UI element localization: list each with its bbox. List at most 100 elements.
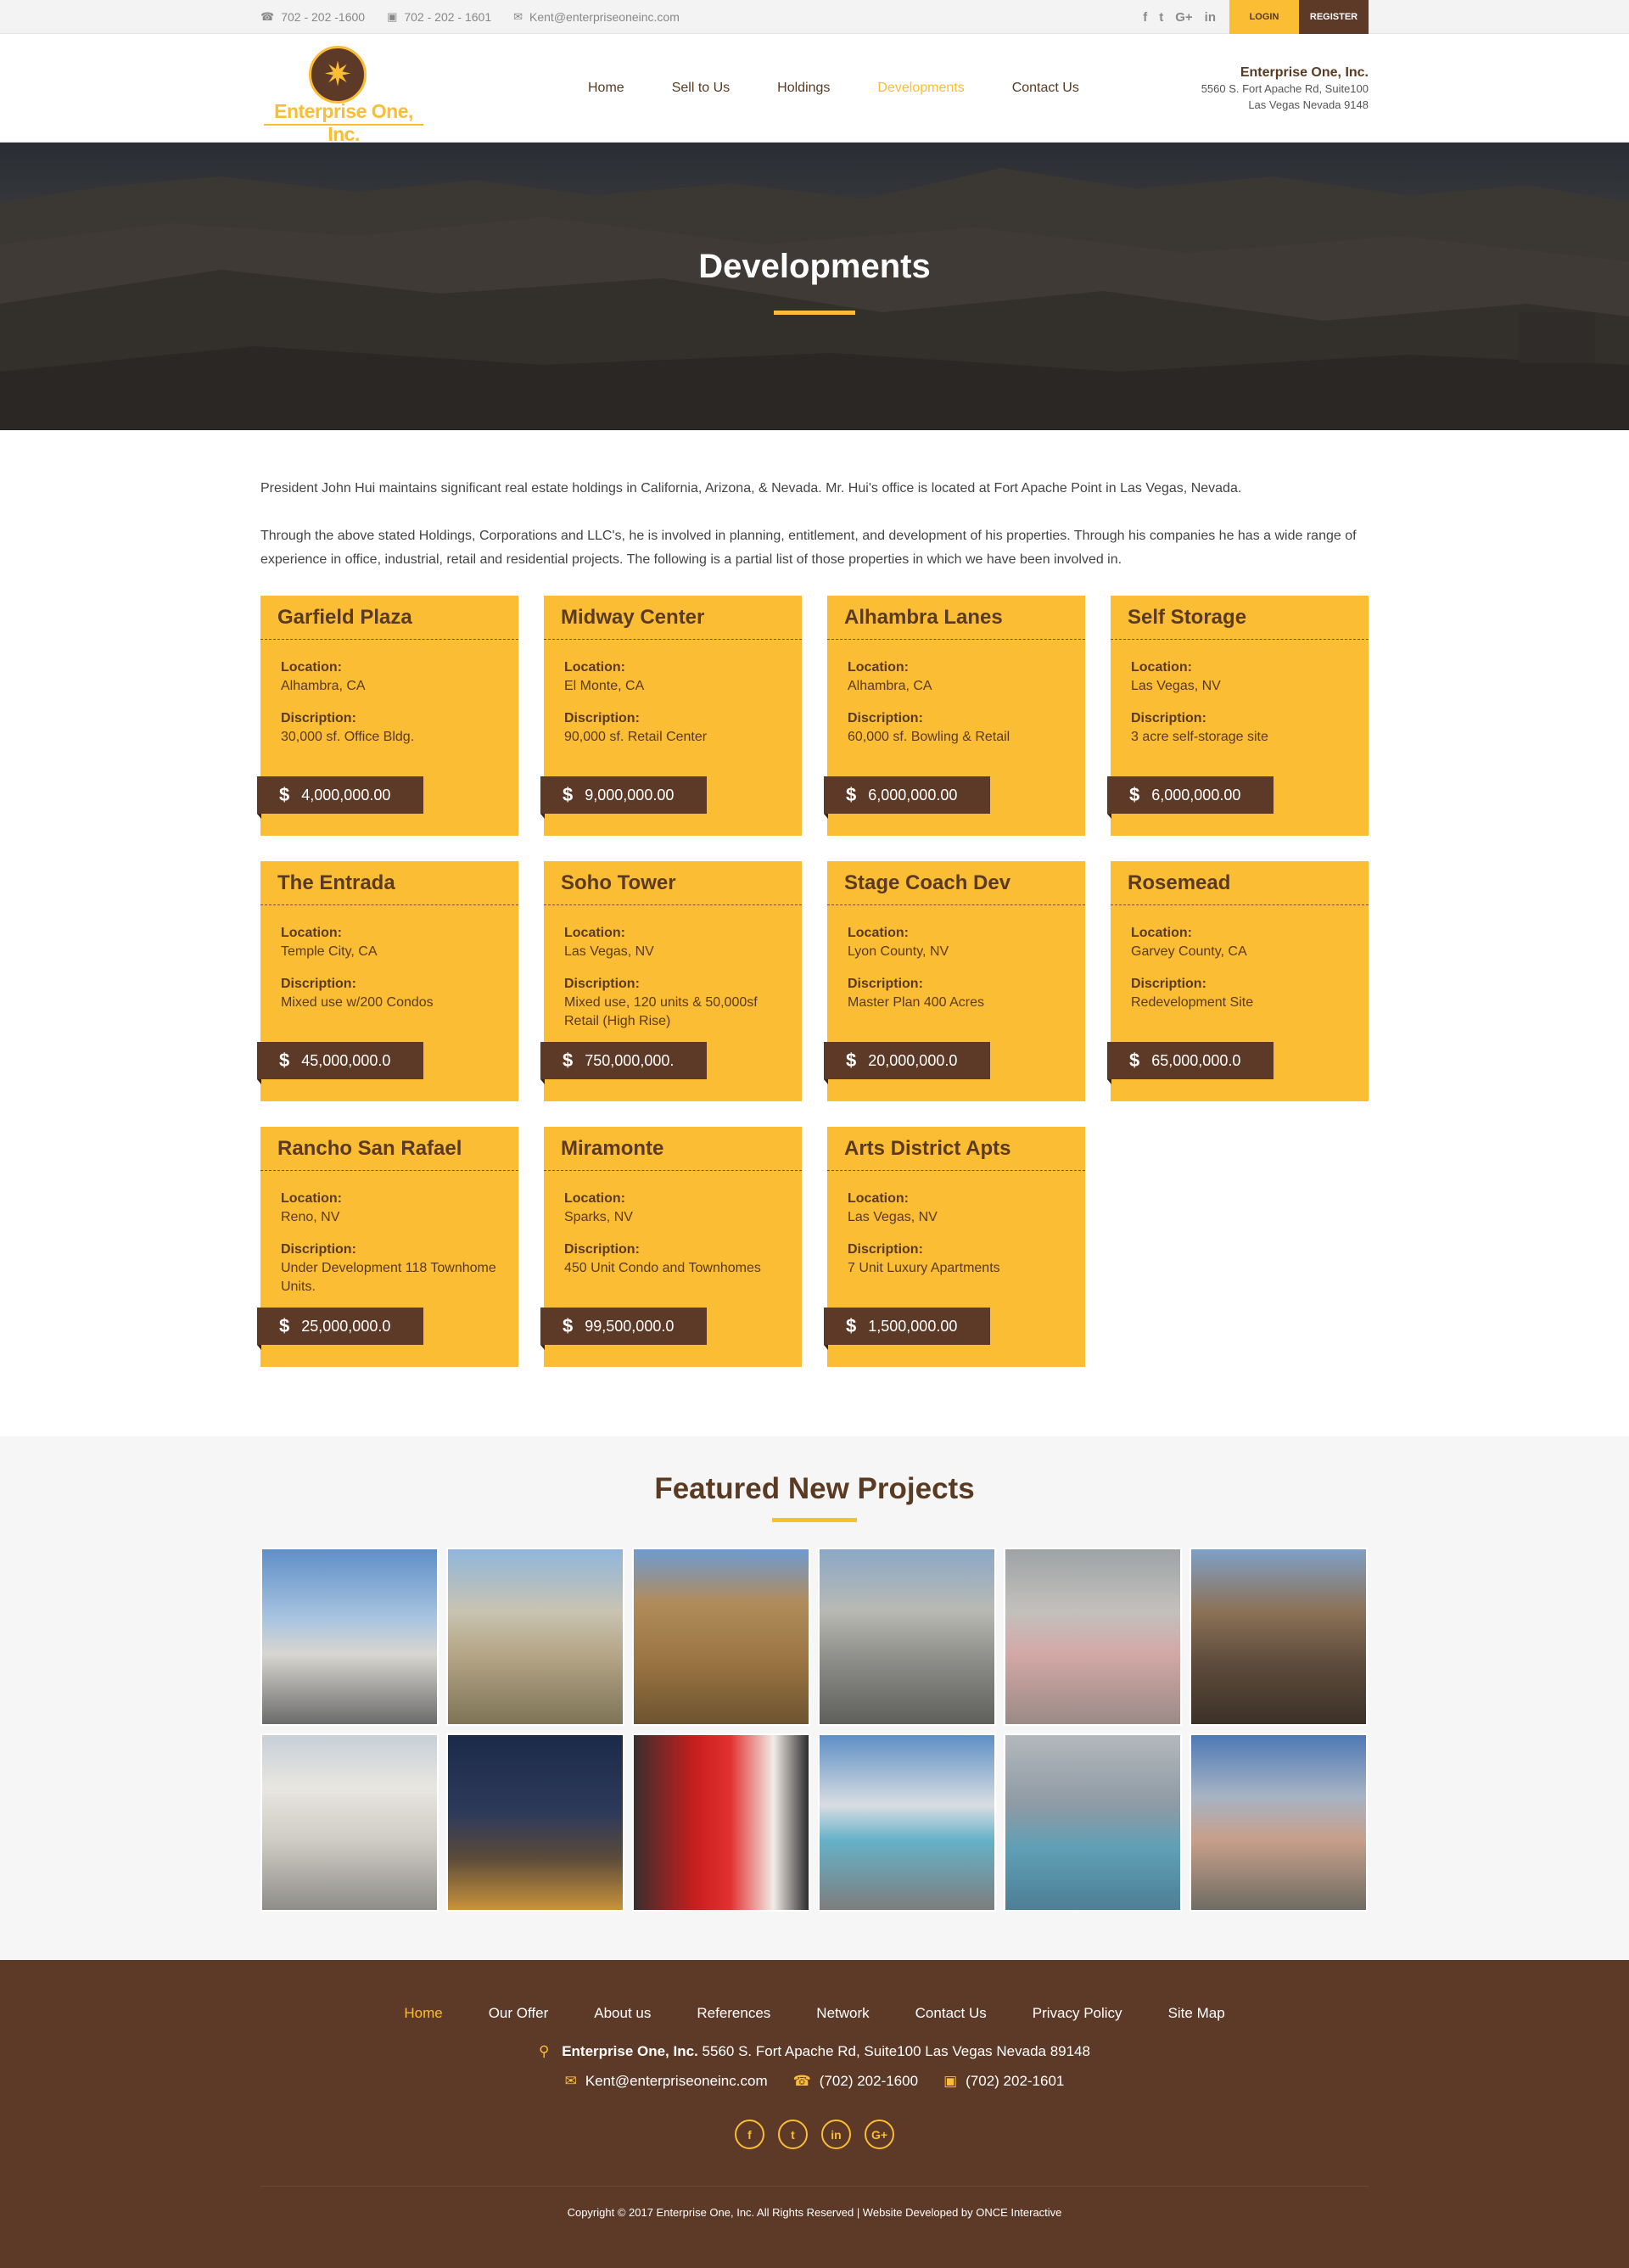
google-plus-icon[interactable]: G+ [1175,10,1192,25]
project-photo[interactable] [446,1733,624,1912]
development-card[interactable]: Stage Coach Dev Location: Lyon County, NV D… [824,861,1085,1101]
price-value: 25,000,000.0 [301,1317,391,1335]
description-value: 3 acre self-storage site [1131,730,1268,744]
description-label: Discription: [281,1242,356,1257]
development-card[interactable]: Miramonte Location: Sparks, NV Discription:… [540,1127,802,1367]
footer-email[interactable]: ✉ Kent@enterpriseoneinc.com [565,2073,768,2090]
page-title: Developments [698,248,931,285]
dollar-icon: $ [279,1050,290,1071]
project-photo[interactable] [1004,1733,1182,1912]
card-body: Location: Lyon County, NV Discription: Mast… [827,905,1085,1012]
location-label: Location: [848,1191,909,1206]
nav-contact-us[interactable]: Contact Us [1012,81,1079,96]
nav-holdings[interactable]: Holdings [777,81,830,96]
hero-banner: Developments [0,143,1629,430]
project-photo[interactable] [818,1548,996,1726]
price-tag: $6,000,000.00 [1107,776,1274,819]
location-value: Reno, NV [281,1210,340,1224]
dollar-icon: $ [563,784,574,805]
project-photo[interactable] [1004,1548,1182,1726]
dollar-icon: $ [846,784,857,805]
footer-phone-text: (702) 202-1600 [819,2073,919,2089]
footer-nav-references[interactable]: References [697,2005,770,2022]
linkedin-icon[interactable]: in [821,2120,851,2149]
development-card[interactable]: Arts District Apts Location: Las Vegas, NV… [824,1127,1085,1367]
description-value: Master Plan 400 Acres [848,995,984,1010]
location-value: Alhambra, CA [281,679,366,693]
project-photo[interactable] [632,1548,810,1726]
footer-nav-our-offer[interactable]: Our Offer [489,2005,549,2022]
price-value: 65,000,000.0 [1151,1051,1241,1069]
google-plus-icon[interactable]: G+ [865,2120,894,2149]
project-photo[interactable] [260,1548,439,1726]
footer-nav-contact-us[interactable]: Contact Us [915,2005,987,2022]
company-name: Enterprise One, Inc. [1240,64,1369,80]
description-label: Discription: [848,711,923,725]
phone-contact[interactable]: ☎ 702 - 202 -1600 [260,10,365,24]
development-card[interactable]: Rosemead Location: Garvey County, CA Discri… [1107,861,1369,1101]
phone-icon: ☎ [260,10,275,23]
price-tag: $750,000,000. [540,1042,707,1084]
development-card[interactable]: The Entrada Location: Temple City, CA Discr… [257,861,518,1101]
project-photo[interactable] [1190,1548,1368,1726]
development-card[interactable]: Soho Tower Location: Las Vegas, NV Discript… [540,861,802,1101]
description-label: Discription: [848,1242,923,1257]
dollar-icon: $ [563,1050,574,1071]
price-value: 9,000,000.00 [585,786,675,804]
footer-phone[interactable]: ☎ (702) 202-1600 [793,2073,918,2090]
intro-paragraph-1: President John Hui maintains significant… [260,481,1242,496]
project-photo[interactable] [446,1548,624,1726]
phone-icon: ☎ [792,2073,811,2089]
nav-sell-to-us[interactable]: Sell to Us [672,81,730,96]
location-value: Las Vegas, NV [1131,679,1221,693]
footer-nav-network[interactable]: Network [816,2005,869,2022]
twitter-icon[interactable]: t [778,2120,808,2149]
development-card[interactable]: Garfield Plaza Location: Alhambra, CA Discr… [257,596,518,836]
development-card[interactable]: Alhambra Lanes Location: Alhambra, CA Discr… [824,596,1085,836]
register-button[interactable]: REGISTER [1299,0,1369,34]
login-button[interactable]: LOGIN [1229,0,1299,34]
description-value: 30,000 sf. Office Bldg. [281,730,415,744]
price-value: 6,000,000.00 [1151,786,1241,804]
linkedin-icon[interactable]: in [1205,10,1216,25]
nav-home[interactable]: Home [588,81,624,96]
fax-contact[interactable]: ▣ 702 - 202 - 1601 [387,10,491,24]
fax-text: 702 - 202 - 1601 [404,10,492,24]
card-title: Alhambra Lanes [827,596,1085,640]
project-photo[interactable] [1190,1733,1368,1912]
footer-nav-site-map[interactable]: Site Map [1168,2005,1225,2022]
card-body: Location: Temple City, CA Discription: Mixe… [260,905,518,1012]
email-contact[interactable]: ✉ Kent@enterpriseoneinc.com [513,10,680,24]
dollar-icon: $ [563,1315,574,1336]
location-label: Location: [281,660,342,675]
price-value: 45,000,000.0 [301,1051,391,1069]
footer-nav-home[interactable]: Home [404,2005,442,2022]
footer-nav-about-us[interactable]: About us [594,2005,651,2022]
nav-developments[interactable]: Developments [877,81,964,96]
main-nav: Home Sell to Us Holdings Developments Co… [588,81,1079,96]
location-label: Location: [1131,926,1192,940]
twitter-icon[interactable]: t [1159,10,1163,25]
development-card[interactable]: Self Storage Location: Las Vegas, NV Discri… [1107,596,1369,836]
project-photo[interactable] [818,1733,996,1912]
development-card[interactable]: Midway Center Location: El Monte, CA Discri… [540,596,802,836]
price-tag: $1,500,000.00 [824,1308,990,1350]
location-value: El Monte, CA [564,679,645,693]
card-body: Location: Alhambra, CA Discription: 30,000 … [260,640,518,747]
facebook-icon[interactable]: f [1143,10,1147,25]
footer-nav-privacy-policy[interactable]: Privacy Policy [1033,2005,1122,2022]
facebook-icon[interactable]: f [735,2120,764,2149]
dollar-icon: $ [279,784,290,805]
description-label: Discription: [281,977,356,991]
phone-text: 702 - 202 -1600 [281,10,366,24]
project-photo[interactable] [260,1733,439,1912]
site-logo[interactable]: ✷ Enterprise One, Inc. [260,46,427,145]
email-text: Kent@enterpriseoneinc.com [529,10,680,24]
project-photo[interactable] [632,1733,810,1912]
location-label: Location: [564,926,625,940]
location-label: Location: [281,1191,342,1206]
development-card[interactable]: Rancho San Rafael Location: Reno, NV Discri… [257,1127,518,1367]
price-value: 20,000,000.0 [868,1051,958,1069]
footer-fax[interactable]: ▣ (702) 202-1601 [943,2073,1064,2090]
description-value: 7 Unit Luxury Apartments [848,1261,1000,1275]
